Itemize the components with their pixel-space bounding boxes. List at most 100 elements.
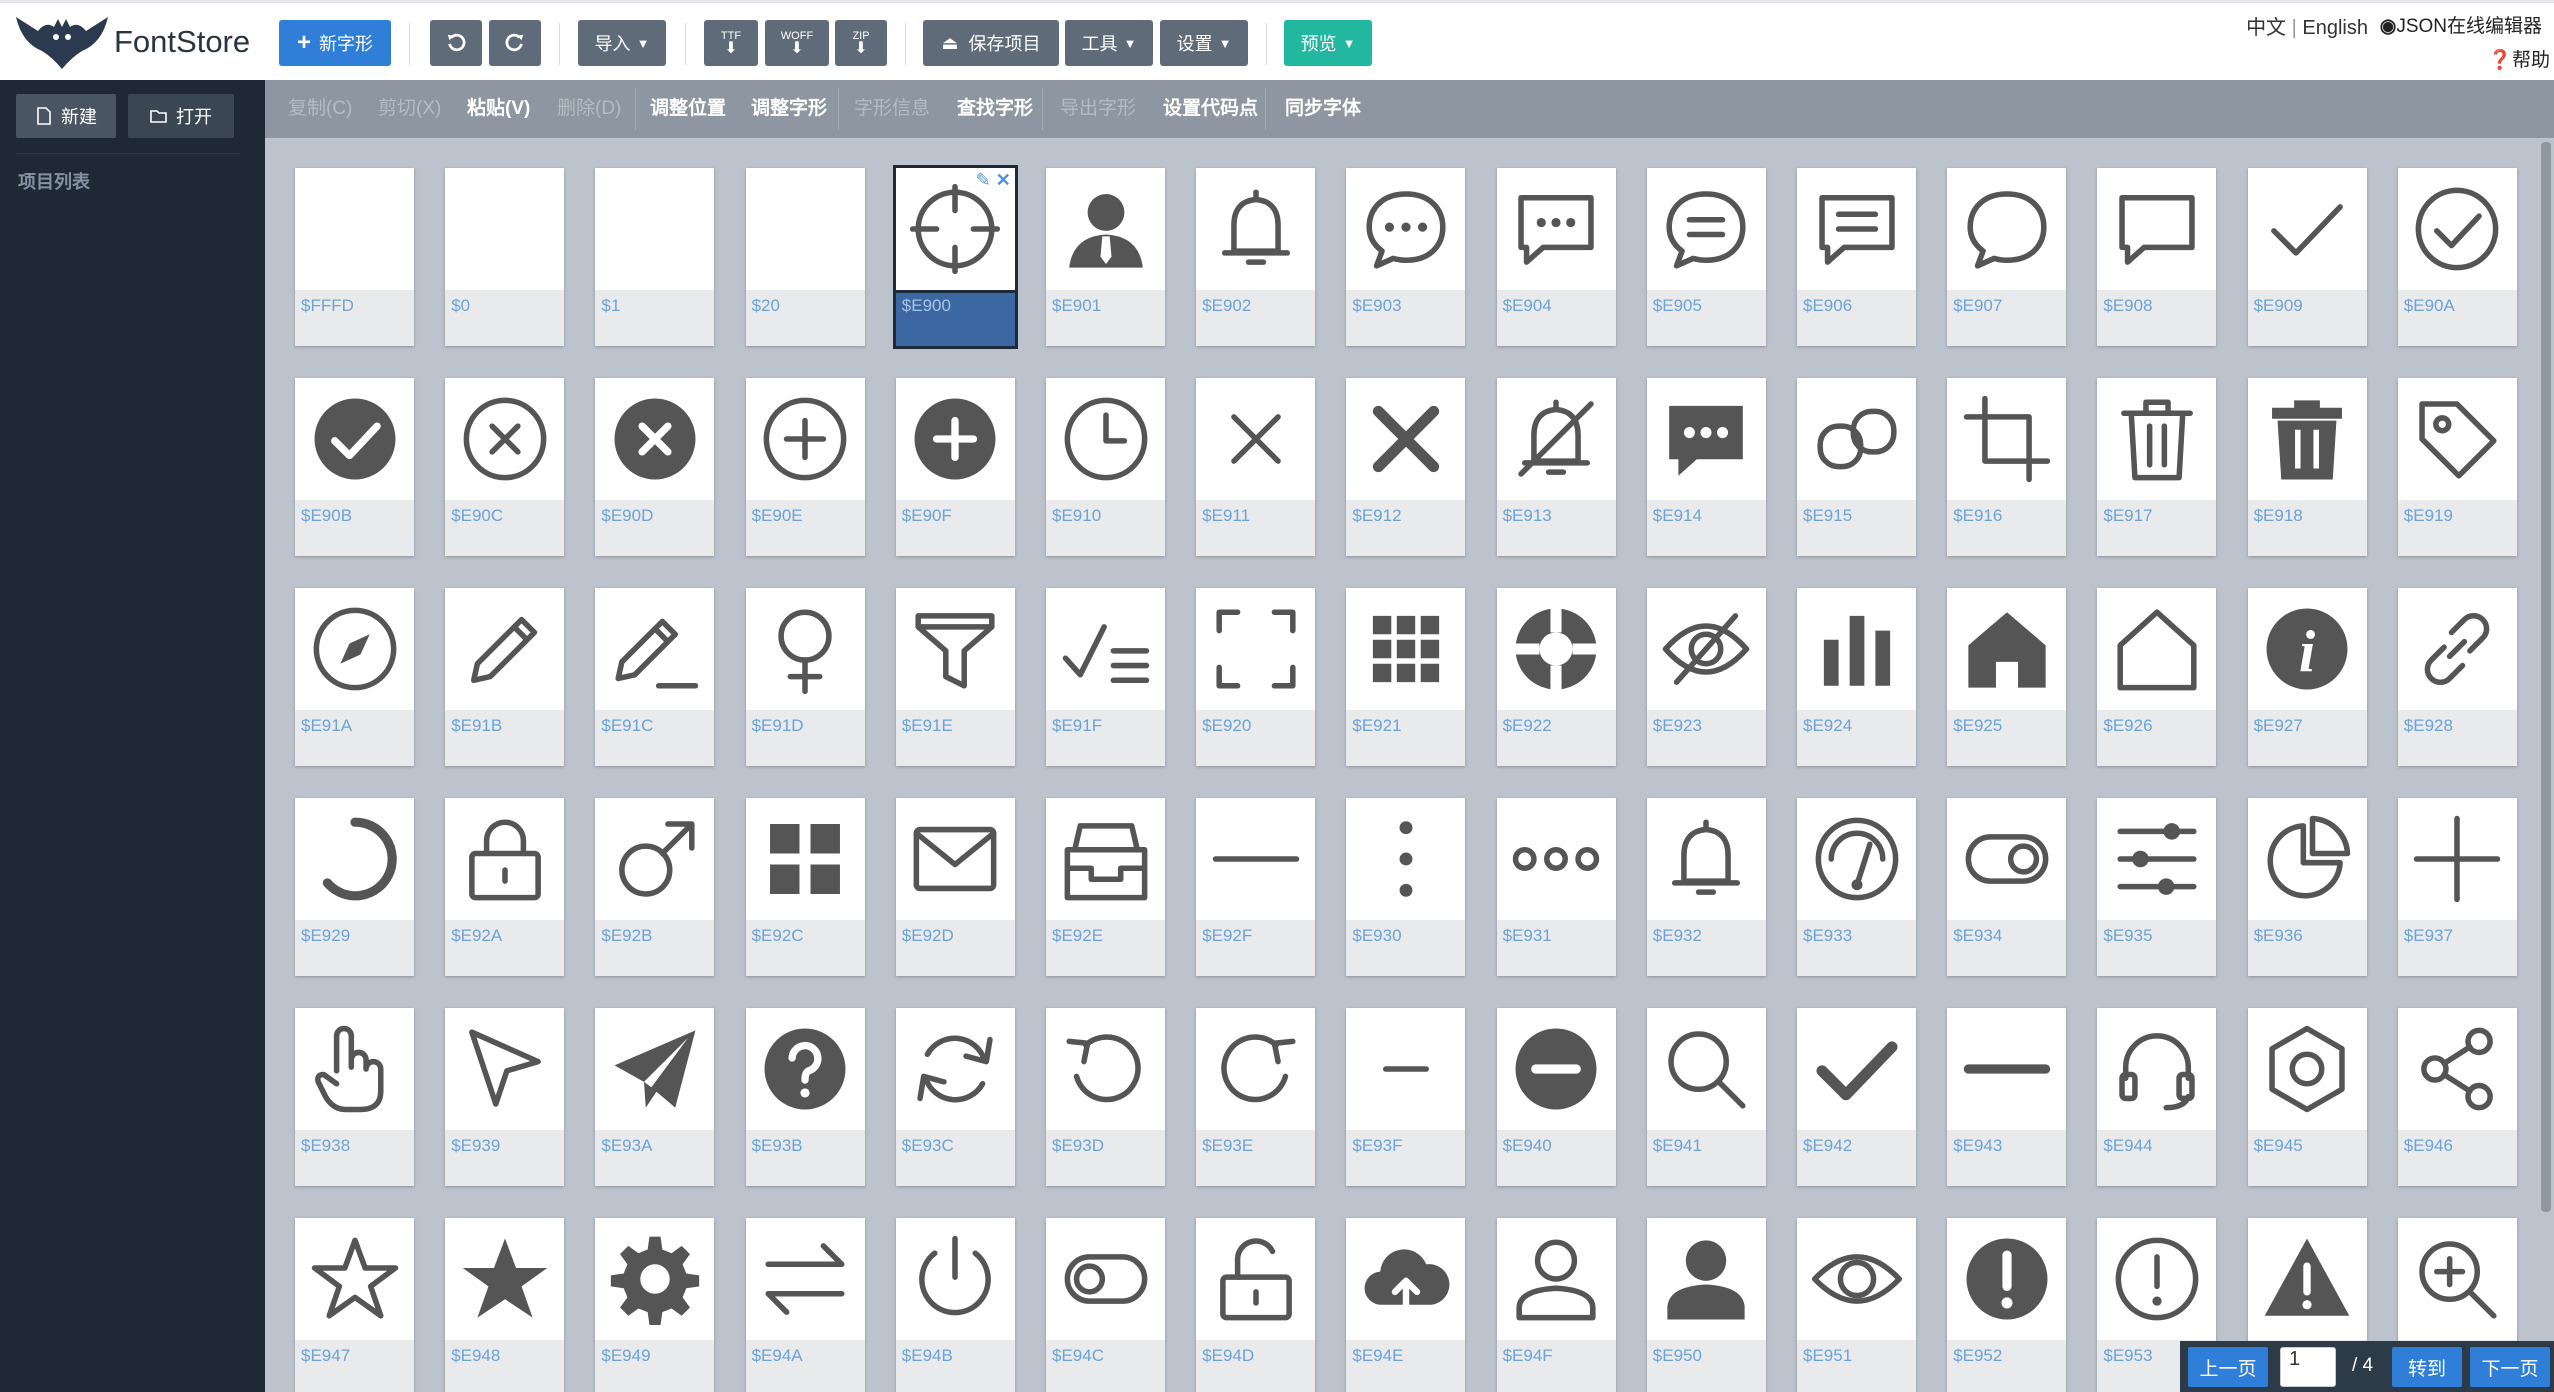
- glyph-tile[interactable]: $E938: [295, 1008, 414, 1186]
- sync-font-button[interactable]: 同步字体: [1285, 80, 1361, 138]
- glyph-tile[interactable]: $E948: [445, 1218, 565, 1392]
- glyph-tile[interactable]: $E924: [1797, 588, 1916, 766]
- glyph-tile[interactable]: $E950: [1646, 1218, 1766, 1392]
- import-dropdown[interactable]: 导入 ▼: [578, 20, 666, 66]
- json-editor-link[interactable]: ◉JSON在线编辑器: [2380, 11, 2542, 38]
- glyph-tile[interactable]: $E926: [2097, 588, 2217, 766]
- glyph-tile[interactable]: $E911: [1196, 378, 1316, 556]
- glyph-tile[interactable]: $E949: [595, 1218, 715, 1392]
- glyph-tile[interactable]: $E952: [1947, 1218, 2067, 1392]
- paste-button[interactable]: 粘贴(V): [467, 80, 530, 138]
- goto-page-button[interactable]: 转到: [2392, 1347, 2462, 1387]
- close-icon[interactable]: ✕: [996, 170, 1011, 190]
- glyph-tile[interactable]: $E914: [1646, 378, 1766, 556]
- glyph-tile[interactable]: $FFFD: [295, 168, 414, 346]
- glyph-tile[interactable]: $E93D: [1046, 1008, 1165, 1186]
- glyph-tile[interactable]: $E940: [1496, 1008, 1616, 1186]
- lang-zh-link[interactable]: 中文: [2246, 17, 2286, 39]
- open-project-button[interactable]: 打开: [128, 94, 234, 138]
- glyph-tile[interactable]: $E904: [1496, 168, 1616, 346]
- glyph-tile[interactable]: $E90D: [595, 378, 715, 556]
- glyph-tile[interactable]: $E907: [1947, 168, 2067, 346]
- glyph-tile[interactable]: $E951: [1797, 1218, 1916, 1392]
- glyph-tile[interactable]: $E941: [1646, 1008, 1766, 1186]
- glyph-tile[interactable]: $E91C: [595, 588, 715, 766]
- page-number-input[interactable]: 1: [2280, 1347, 2336, 1387]
- glyph-tile[interactable]: $E90A: [2397, 168, 2517, 346]
- adjust-glyph-button[interactable]: 调整字形: [751, 80, 827, 138]
- glyph-tile[interactable]: $E92A: [445, 798, 565, 976]
- redo-button[interactable]: [489, 20, 541, 66]
- logo[interactable]: FontStore: [12, 9, 262, 75]
- glyph-tile[interactable]: $E916: [1947, 378, 2067, 556]
- glyph-tile[interactable]: $E93A: [595, 1008, 715, 1186]
- export-glyph-button[interactable]: 导出字形: [1060, 80, 1136, 138]
- glyph-tile[interactable]: $E909: [2247, 168, 2367, 346]
- glyph-tile[interactable]: $E91D: [745, 588, 865, 766]
- glyph-tile[interactable]: $E91A: [295, 588, 414, 766]
- glyph-info-button[interactable]: 字形信息: [854, 80, 930, 138]
- cut-button[interactable]: 剪切(X): [378, 80, 441, 138]
- glyph-tile[interactable]: $E902: [1196, 168, 1316, 346]
- glyph-tile[interactable]: $E910: [1046, 378, 1165, 556]
- glyph-tile[interactable]: $E937: [2397, 798, 2517, 976]
- preview-dropdown[interactable]: 预览 ▼: [1284, 20, 1372, 66]
- glyph-tile[interactable]: $E94A: [745, 1218, 865, 1392]
- glyph-tile[interactable]: $E901: [1046, 168, 1165, 346]
- glyph-tile[interactable]: $E931: [1496, 798, 1616, 976]
- glyph-tile[interactable]: $E94B: [895, 1218, 1015, 1392]
- glyph-tile[interactable]: $E93C: [895, 1008, 1015, 1186]
- glyph-tile[interactable]: $E93E: [1196, 1008, 1316, 1186]
- glyph-tile[interactable]: $E900 ✎ ✕: [892, 165, 1018, 349]
- glyph-tile[interactable]: $E920: [1196, 588, 1316, 766]
- next-page-button[interactable]: 下一页: [2470, 1347, 2550, 1387]
- glyph-tile[interactable]: $E91E: [895, 588, 1015, 766]
- glyph-tile[interactable]: $E91F: [1046, 588, 1165, 766]
- glyph-tile[interactable]: $E93F: [1346, 1008, 1466, 1186]
- glyph-tile[interactable]: $E939: [445, 1008, 565, 1186]
- glyph-tile[interactable]: $E908: [2097, 168, 2217, 346]
- glyph-tile[interactable]: $E915: [1797, 378, 1916, 556]
- settings-dropdown[interactable]: 设置 ▼: [1160, 20, 1248, 66]
- glyph-tile[interactable]: $E929: [295, 798, 414, 976]
- prev-page-button[interactable]: 上一页: [2188, 1347, 2268, 1387]
- lang-en-link[interactable]: English: [2302, 17, 2368, 39]
- help-link[interactable]: ❓帮助: [2488, 45, 2550, 72]
- glyph-tile[interactable]: $E94E: [1346, 1218, 1466, 1392]
- undo-button[interactable]: [430, 20, 482, 66]
- glyph-tile[interactable]: $E92D: [895, 798, 1015, 976]
- glyph-tile[interactable]: $E918: [2247, 378, 2367, 556]
- tools-dropdown[interactable]: 工具 ▼: [1065, 20, 1153, 66]
- adjust-position-button[interactable]: 调整位置: [650, 80, 726, 138]
- glyph-tile[interactable]: $E90F: [895, 378, 1015, 556]
- glyph-tile[interactable]: $E94F: [1496, 1218, 1616, 1392]
- glyph-tile[interactable]: $E93B: [745, 1008, 865, 1186]
- glyph-tile[interactable]: $E930: [1346, 798, 1466, 976]
- glyph-tile[interactable]: $E92E: [1046, 798, 1165, 976]
- edit-pencil-icon[interactable]: ✎: [976, 170, 991, 190]
- glyph-tile[interactable]: $E945: [2247, 1008, 2367, 1186]
- glyph-tile[interactable]: $E912: [1346, 378, 1466, 556]
- glyph-tile[interactable]: $E919: [2397, 378, 2517, 556]
- glyph-tile[interactable]: $E934: [1947, 798, 2067, 976]
- glyph-tile[interactable]: $E925: [1947, 588, 2067, 766]
- copy-button[interactable]: 复制(C): [288, 80, 352, 138]
- glyph-tile[interactable]: $E92C: [745, 798, 865, 976]
- glyph-tile[interactable]: $E928: [2397, 588, 2517, 766]
- save-project-button[interactable]: ⏏ 保存项目: [923, 20, 1059, 66]
- glyph-tile[interactable]: $E922: [1496, 588, 1616, 766]
- glyph-tile[interactable]: $E90C: [445, 378, 565, 556]
- glyph-tile[interactable]: $E94D: [1196, 1218, 1316, 1392]
- glyph-tile[interactable]: $E932: [1646, 798, 1766, 976]
- glyph-tile[interactable]: $E913: [1496, 378, 1616, 556]
- glyph-tile[interactable]: $E92F: [1196, 798, 1316, 976]
- glyph-tile[interactable]: $E923: [1646, 588, 1766, 766]
- glyph-tile[interactable]: $E933: [1797, 798, 1916, 976]
- scrollbar[interactable]: [2541, 142, 2551, 1212]
- glyph-tile[interactable]: $E90B: [295, 378, 414, 556]
- glyph-tile[interactable]: $E946: [2397, 1008, 2517, 1186]
- glyph-tile[interactable]: $20: [745, 168, 865, 346]
- glyph-tile[interactable]: $E936: [2247, 798, 2367, 976]
- export-woff-button[interactable]: WOFF ⬇: [765, 20, 829, 66]
- glyph-tile[interactable]: $E921: [1346, 588, 1466, 766]
